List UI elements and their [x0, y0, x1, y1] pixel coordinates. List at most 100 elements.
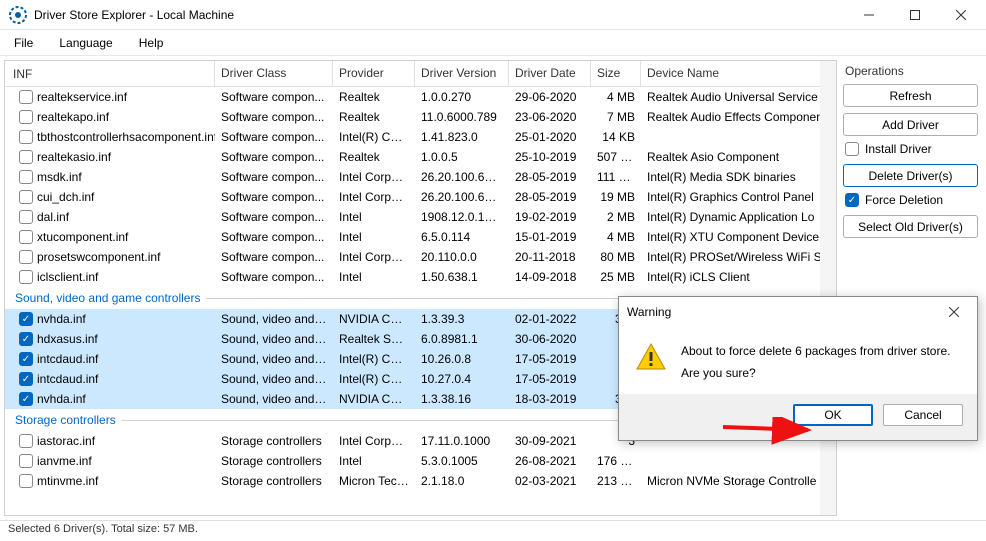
cell-class: Sound, video and ... — [215, 310, 333, 328]
table-row[interactable]: realtekservice.infSoftware compon...Real… — [5, 87, 836, 107]
add-driver-button[interactable]: Add Driver — [843, 113, 978, 136]
row-checkbox[interactable] — [19, 474, 33, 488]
table-row[interactable]: ianvme.infStorage controllersIntel5.3.0.… — [5, 451, 836, 471]
titlebar: Driver Store Explorer - Local Machine — [0, 0, 986, 30]
cell-inf: ianvme.inf — [37, 454, 92, 468]
col-provider[interactable]: Provider — [333, 61, 415, 86]
col-size[interactable]: Size — [591, 61, 641, 86]
row-checkbox[interactable] — [19, 190, 33, 204]
select-old-drivers-button[interactable]: Select Old Driver(s) — [843, 215, 978, 238]
cell-inf: hdxasus.inf — [37, 332, 98, 346]
table-row[interactable]: mtinvme.infStorage controllersMicron Tec… — [5, 471, 836, 491]
row-checkbox[interactable] — [19, 434, 33, 448]
row-checkbox[interactable] — [19, 210, 33, 224]
dialog-ok-button[interactable]: OK — [793, 404, 873, 426]
cell-version: 1.0.0.270 — [415, 88, 509, 106]
install-driver-checkbox[interactable]: Install Driver — [845, 142, 978, 156]
cell-class: Storage controllers — [215, 432, 333, 450]
cell-version: 5.3.0.1005 — [415, 452, 509, 470]
cell-version: 6.0.8981.1 — [415, 330, 509, 348]
col-class[interactable]: Driver Class — [215, 61, 333, 86]
cell-size: 176 KB — [591, 452, 641, 470]
cell-device — [641, 135, 836, 139]
col-version[interactable]: Driver Version — [415, 61, 509, 86]
row-checkbox[interactable] — [19, 170, 33, 184]
checkbox-icon: ✓ — [845, 193, 859, 207]
col-inf[interactable]: INF — [5, 61, 215, 86]
close-button[interactable] — [938, 0, 984, 29]
cell-date: 26-08-2021 — [509, 452, 591, 470]
row-checkbox[interactable] — [19, 90, 33, 104]
cell-inf: tbthostcontrollerhsacomponent.inf — [37, 130, 215, 144]
menu-language[interactable]: Language — [53, 34, 118, 52]
cell-date: 25-01-2020 — [509, 128, 591, 146]
cell-date: 02-01-2022 — [509, 310, 591, 328]
row-checkbox[interactable]: ✓ — [19, 352, 33, 366]
cell-inf: intcdaud.inf — [37, 372, 98, 386]
cell-inf: intcdaud.inf — [37, 352, 98, 366]
row-checkbox[interactable] — [19, 230, 33, 244]
row-checkbox[interactable] — [19, 130, 33, 144]
force-deletion-checkbox[interactable]: ✓ Force Deletion — [845, 193, 978, 207]
table-row[interactable]: xtucomponent.infSoftware compon...Intel6… — [5, 227, 836, 247]
cell-device: Realtek Audio Effects Component — [641, 108, 836, 126]
vertical-scrollbar[interactable] — [820, 61, 836, 515]
table-row[interactable]: realtekasio.infSoftware compon...Realtek… — [5, 147, 836, 167]
cell-inf: nvhda.inf — [37, 392, 86, 406]
row-checkbox[interactable] — [19, 454, 33, 468]
col-device[interactable]: Device Name — [641, 61, 836, 86]
cell-date: 19-02-2019 — [509, 208, 591, 226]
cell-provider: NVIDIA Corp... — [333, 390, 415, 408]
table-row[interactable]: dal.infSoftware compon...Intel1908.12.0.… — [5, 207, 836, 227]
table-row[interactable]: iclsclient.infSoftware compon...Intel1.5… — [5, 267, 836, 287]
cell-size: 19 MB — [591, 188, 641, 206]
table-row[interactable]: msdk.infSoftware compon...Intel Corpora.… — [5, 167, 836, 187]
cell-provider: Intel Corpora... — [333, 188, 415, 206]
row-checkbox[interactable] — [19, 270, 33, 284]
menu-file[interactable]: File — [8, 34, 39, 52]
cell-inf: realtekservice.inf — [37, 90, 127, 104]
cell-version: 26.20.100.6911 — [415, 168, 509, 186]
cell-inf: prosetswcomponent.inf — [37, 250, 160, 264]
table-row[interactable]: tbthostcontrollerhsacomponent.infSoftwar… — [5, 127, 836, 147]
statusbar: Selected 6 Driver(s). Total size: 57 MB. — [0, 520, 986, 540]
cell-size: 14 KB — [591, 128, 641, 146]
cell-class: Software compon... — [215, 168, 333, 186]
cell-device: Realtek Audio Universal Service — [641, 88, 836, 106]
col-date[interactable]: Driver Date — [509, 61, 591, 86]
cell-version: 1908.12.0.1228 — [415, 208, 509, 226]
dialog-close-button[interactable] — [939, 304, 969, 320]
cell-provider: Intel Corpora... — [333, 248, 415, 266]
table-row[interactable]: realtekapo.infSoftware compon...Realtek1… — [5, 107, 836, 127]
cell-class: Sound, video and ... — [215, 390, 333, 408]
row-checkbox[interactable]: ✓ — [19, 392, 33, 406]
table-header: INF Driver Class Provider Driver Version… — [5, 61, 836, 87]
menu-help[interactable]: Help — [133, 34, 170, 52]
table-row[interactable]: prosetswcomponent.infSoftware compon...I… — [5, 247, 836, 267]
dialog-message-1: About to force delete 6 packages from dr… — [681, 341, 950, 363]
menubar: File Language Help — [0, 30, 986, 56]
row-checkbox[interactable]: ✓ — [19, 312, 33, 326]
refresh-button[interactable]: Refresh — [843, 84, 978, 107]
cell-class: Software compon... — [215, 188, 333, 206]
row-checkbox[interactable] — [19, 250, 33, 264]
cell-provider: Realtek — [333, 108, 415, 126]
cell-provider: Realtek — [333, 148, 415, 166]
cell-date: 28-05-2019 — [509, 168, 591, 186]
cell-class: Sound, video and ... — [215, 350, 333, 368]
cell-provider: Intel — [333, 452, 415, 470]
cell-class: Sound, video and ... — [215, 330, 333, 348]
minimize-button[interactable] — [846, 0, 892, 29]
dialog-cancel-button[interactable]: Cancel — [883, 404, 963, 426]
cell-device: Intel(R) Graphics Control Panel — [641, 188, 836, 206]
maximize-button[interactable] — [892, 0, 938, 29]
row-checkbox[interactable]: ✓ — [19, 332, 33, 346]
cell-provider: Intel(R) Corp... — [333, 350, 415, 368]
row-checkbox[interactable]: ✓ — [19, 372, 33, 386]
row-checkbox[interactable] — [19, 150, 33, 164]
delete-drivers-button[interactable]: Delete Driver(s) — [843, 164, 978, 187]
cell-date: 17-05-2019 — [509, 350, 591, 368]
table-row[interactable]: cui_dch.infSoftware compon...Intel Corpo… — [5, 187, 836, 207]
row-checkbox[interactable] — [19, 110, 33, 124]
cell-inf: realtekapo.inf — [37, 110, 109, 124]
